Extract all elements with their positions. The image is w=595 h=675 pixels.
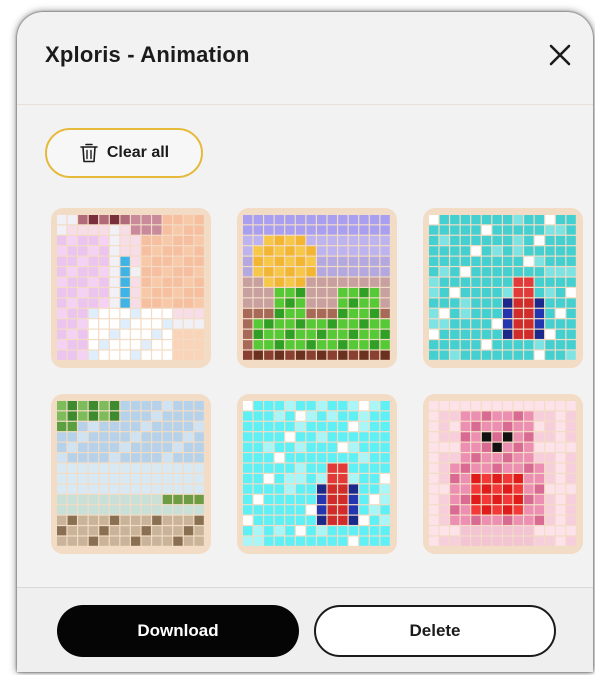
pixel-art-bug-icon	[243, 401, 390, 546]
close-button[interactable]	[543, 38, 577, 72]
clear-all-label: Clear all	[106, 144, 170, 161]
pixel-art-portrait-icon	[57, 215, 204, 360]
close-icon	[543, 38, 577, 72]
pixel-art-sunflower-icon	[243, 215, 390, 360]
clear-all-button[interactable]: Clear all	[45, 128, 203, 178]
pixel-art-landscape-icon	[57, 401, 204, 546]
pixel-art-bear-icon	[429, 401, 576, 546]
gallery-item-pastel-portrait[interactable]	[51, 208, 211, 368]
gallery-item-pink-teddy-bear[interactable]	[423, 394, 583, 554]
trash-icon	[79, 142, 99, 164]
gallery-item-beach-landscape[interactable]	[51, 394, 211, 554]
gallery-item-ladybug-on-ice[interactable]	[237, 394, 397, 554]
header-divider	[17, 104, 593, 105]
dialog-title: Xploris - Animation	[45, 42, 250, 67]
animation-dialog: Xploris - Animation Clear all Download D…	[17, 12, 593, 672]
gallery-item-ladybug-on-water[interactable]	[423, 208, 583, 368]
download-button[interactable]: Download	[57, 605, 299, 657]
gallery-item-sunflower[interactable]	[237, 208, 397, 368]
pixel-art-bug-icon	[429, 215, 576, 360]
delete-button[interactable]: Delete	[314, 605, 556, 657]
